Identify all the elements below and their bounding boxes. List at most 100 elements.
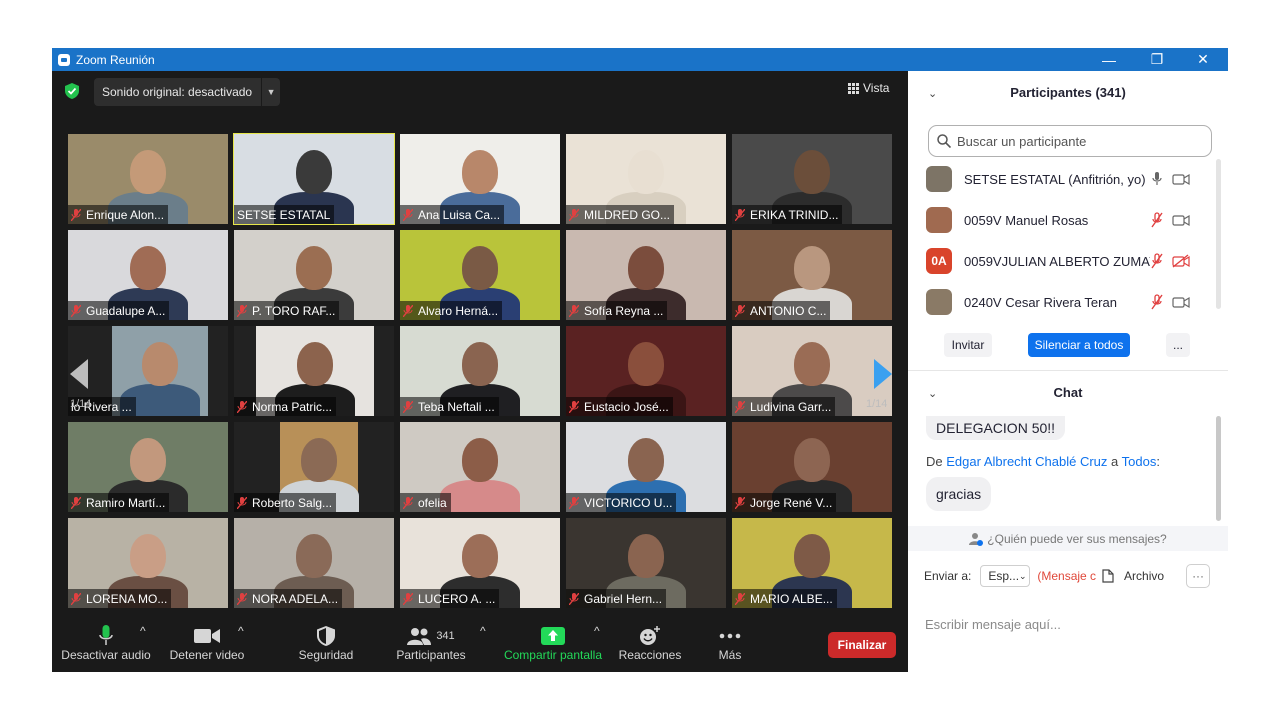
participant-video-tile[interactable]: Sofía Reyna ... [566,230,726,320]
person-face [130,438,166,482]
muted-microphone-icon [237,592,247,605]
participant-video-tile[interactable]: MARIO ALBE... [732,518,892,608]
file-button-label[interactable]: Archivo [1124,569,1164,583]
participant-name-text: Roberto Salg... [252,495,333,510]
view-button[interactable]: Vista [848,81,889,95]
share-screen-button[interactable]: Compartir pantalla [502,624,604,662]
stop-video-button[interactable]: Detener video [166,624,248,662]
microphone-icon[interactable] [1150,171,1164,187]
minimize-button[interactable]: — [1086,48,1132,71]
reactions-button[interactable]: Reacciones [618,624,682,662]
participant-row[interactable]: 0240V Cesar Rivera Teran [926,287,1206,317]
participant-video-tile[interactable]: ANTONIO C... [732,230,892,320]
participant-video-tile[interactable]: lo Rivera ... [68,326,228,416]
participant-video-tile[interactable]: VICTORICO U... [566,422,726,512]
chevron-down-icon[interactable]: ▼ [261,78,280,106]
participant-video-tile[interactable]: NORA ADELA... [234,518,394,608]
participant-row[interactable]: SETSE ESTATAL (Anfitrión, yo) [926,164,1206,194]
person-face [130,246,166,290]
participant-name-label: Sofía Reyna ... [566,301,668,320]
muted-microphone-icon [403,304,413,317]
close-button[interactable]: ✕ [1180,48,1226,71]
more-button[interactable]: Más [708,624,752,662]
participant-row[interactable]: 0A 0059VJULIAN ALBERTO ZUMAYA... [926,246,1206,276]
participant-name-text: Teba Neftali ... [418,399,495,414]
person-face [628,150,664,194]
original-sound-control[interactable]: Sonido original: desactivado ▼ [94,78,281,106]
video-camera-icon[interactable] [1172,172,1190,186]
chat-to-word: a [1111,454,1119,469]
participants-more-button[interactable]: ... [1166,333,1190,357]
participant-video-tile[interactable]: P. TORO RAF... [234,230,394,320]
participant-name-label: P. TORO RAF... [234,301,340,320]
file-icon[interactable] [1102,569,1114,583]
mute-audio-button[interactable]: Desactivar audio [60,624,152,662]
participant-video-tile[interactable]: LUCERO A. ... [400,518,560,608]
mute-all-button[interactable]: Silenciar a todos [1028,333,1130,357]
muted-microphone-icon[interactable] [1150,212,1164,228]
participants-button[interactable]: 341 Participantes [394,624,468,662]
muted-microphone-icon[interactable] [1150,253,1164,269]
share-options-caret-icon[interactable]: ^ [594,624,600,638]
person-face [296,534,332,578]
participant-list-scrollbar[interactable] [1216,159,1221,309]
panel-divider [908,370,1228,371]
muted-microphone-icon[interactable] [1150,294,1164,310]
muted-microphone-icon [569,208,579,221]
participant-status-icons [1150,253,1190,269]
participant-name-label: Roberto Salg... [234,493,337,512]
send-to-dropdown[interactable]: Esp... ⌄ [980,565,1031,587]
participant-video-tile[interactable]: Eustacio José... [566,326,726,416]
participant-row[interactable]: 0059V Manuel Rosas [926,205,1206,235]
participant-name-label: Ramiro Martí... [68,493,170,512]
reactions-label: Reacciones [618,648,682,662]
participant-video-tile[interactable]: Ana Luisa Ca... [400,134,560,224]
person-face [462,150,498,194]
participant-video-tile[interactable]: Norma Patric... [234,326,394,416]
next-page-arrow-icon[interactable] [872,359,892,389]
participant-video-tile[interactable]: ofelia [400,422,560,512]
person-face [794,438,830,482]
participant-search-input[interactable]: Buscar un participante [928,125,1212,157]
search-placeholder: Buscar un participante [957,133,1087,149]
person-face [462,246,498,290]
participant-name-label: ANTONIO C... [732,301,831,320]
participant-name-label: SETSE ESTATAL [234,205,335,224]
participant-video-tile[interactable]: MILDRED GO... [566,134,726,224]
chat-scrollbar[interactable] [1216,416,1221,521]
video-off-icon[interactable] [1172,254,1190,268]
participant-video-tile[interactable]: Ramiro Martí... [68,422,228,512]
audio-options-caret-icon[interactable]: ^ [140,624,146,638]
video-options-caret-icon[interactable]: ^ [238,624,244,638]
restore-button[interactable]: ❐ [1134,48,1180,71]
participant-video-tile[interactable]: Enrique Alon... [68,134,228,224]
video-camera-icon[interactable] [1172,295,1190,309]
participant-name-text: ANTONIO C... [750,303,827,318]
participant-video-tile[interactable]: Roberto Salg... [234,422,394,512]
security-button[interactable]: Seguridad [290,624,362,662]
end-meeting-button[interactable]: Finalizar [828,632,896,658]
participants-caret-icon[interactable]: ^ [480,624,486,638]
who-can-see-label: ¿Quién puede ver sus mensajes? [987,531,1167,546]
participant-video-tile[interactable]: Jorge René V... [732,422,892,512]
participant-video-tile[interactable]: LORENA MO... [68,518,228,608]
participant-name-text: VICTORICO U... [584,495,673,510]
who-can-see-bar[interactable]: ¿Quién puede ver sus mensajes? [908,526,1228,551]
participant-video-tile[interactable]: Guadalupe A... [68,230,228,320]
participant-video-tile[interactable]: Alvaro Herná... [400,230,560,320]
chat-sender-name[interactable]: Edgar Albrecht Chablé Cruz [946,454,1107,469]
shield-check-icon[interactable] [65,83,79,99]
participant-video-tile[interactable]: Gabriel Hern... [566,518,726,608]
invite-button[interactable]: Invitar [944,333,992,357]
chat-recipient[interactable]: Todos [1122,454,1157,469]
participant-video-tile[interactable]: Teba Neftali ... [400,326,560,416]
participant-name-text: Norma Patric... [252,399,333,414]
participant-avatar [926,166,952,192]
participant-video-tile[interactable]: ERIKA TRINID... [732,134,892,224]
previous-page-arrow-icon[interactable] [70,359,90,389]
person-face [462,342,498,386]
chat-more-button[interactable]: ··· [1186,564,1211,588]
participant-video-tile[interactable]: SETSE ESTATAL [233,133,395,225]
video-camera-icon[interactable] [1172,213,1190,227]
chat-message-input[interactable]: Escribir mensaje aquí... [925,617,1061,632]
